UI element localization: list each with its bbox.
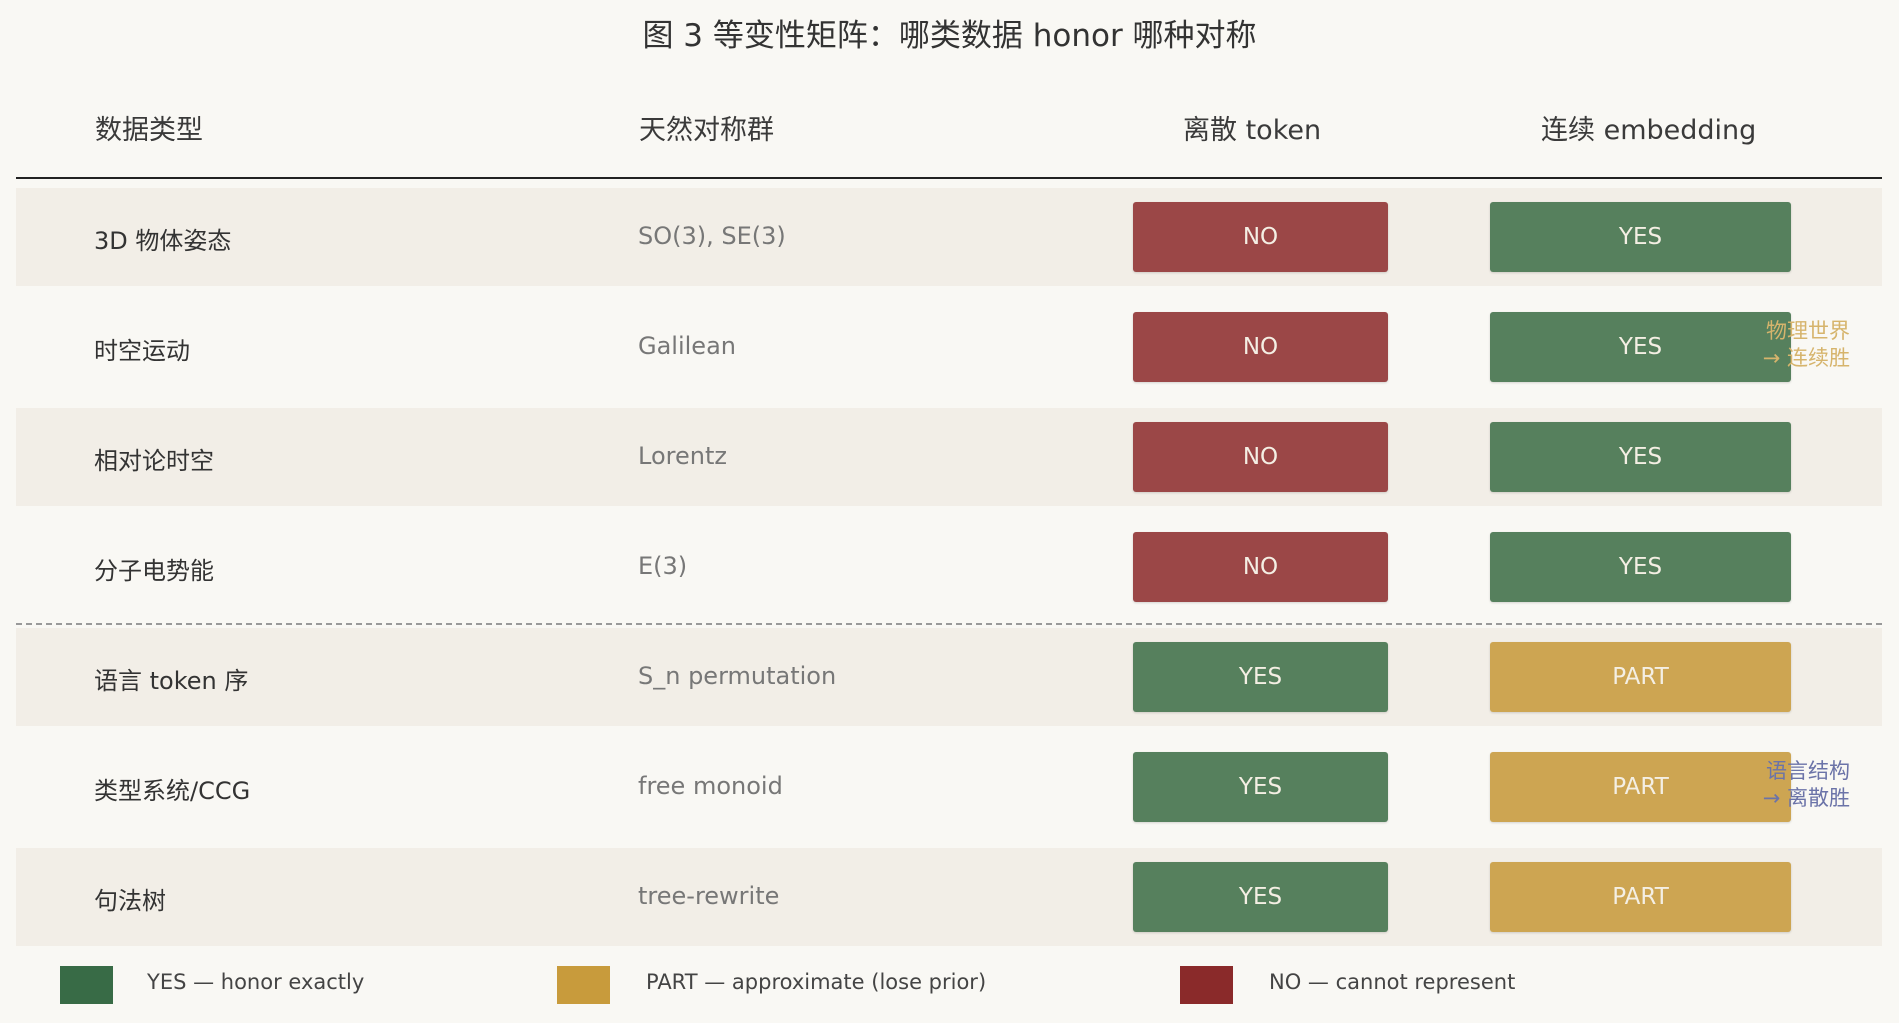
legend-swatch-part [557, 966, 610, 1004]
annotation-physics-line2: → 连续胜 [1762, 346, 1850, 370]
header-data-type: 数据类型 [95, 115, 203, 146]
matrix-row: 语言 token 序 S_n permutation YES PART [16, 628, 1882, 726]
cell-data-type: 3D 物体姿态 [94, 227, 232, 255]
cell-data-type: 类型系统/CCG [94, 777, 251, 805]
annotation-physics-line1: 物理世界 [1766, 319, 1850, 343]
badge-token-no: NO [1133, 312, 1388, 382]
badge-embedding-yes: YES [1490, 202, 1791, 272]
cell-symmetry-group: E(3) [638, 552, 688, 580]
header-symmetry-group: 天然对称群 [639, 115, 774, 146]
section-divider [16, 623, 1882, 625]
badge-embedding-yes: YES [1490, 422, 1791, 492]
legend-label-part: PART — approximate (lose prior) [646, 970, 987, 994]
matrix-row: 分子电势能 E(3) NO YES [16, 518, 1882, 616]
badge-token-no: NO [1133, 532, 1388, 602]
cell-symmetry-group: SO(3), SE(3) [638, 222, 786, 250]
cell-symmetry-group: Galilean [638, 332, 736, 360]
badge-token-no: NO [1133, 422, 1388, 492]
badge-embedding-part: PART [1490, 862, 1791, 932]
annotation-language: 语言结构 → 离散胜 [1740, 758, 1850, 812]
legend-swatch-yes [60, 966, 113, 1004]
annotation-physics: 物理世界 → 连续胜 [1740, 318, 1850, 372]
cell-data-type: 分子电势能 [94, 557, 214, 585]
header-rule [16, 177, 1882, 179]
legend-swatch-no [1180, 966, 1233, 1004]
cell-symmetry-group: tree-rewrite [638, 882, 780, 910]
header-discrete-token: 离散 token [1183, 115, 1322, 146]
cell-data-type: 时空运动 [94, 337, 190, 365]
matrix-row: 3D 物体姿态 SO(3), SE(3) NO YES [16, 188, 1882, 286]
badge-token-yes: YES [1133, 642, 1388, 712]
header-continuous-embedding: 连续 embedding [1541, 115, 1757, 146]
annotation-language-line2: → 离散胜 [1762, 786, 1850, 810]
cell-symmetry-group: Lorentz [638, 442, 727, 470]
annotation-language-line1: 语言结构 [1766, 759, 1850, 783]
cell-data-type: 句法树 [94, 887, 166, 915]
matrix-row: 类型系统/CCG free monoid YES PART [16, 738, 1882, 836]
matrix-row: 时空运动 Galilean NO YES [16, 298, 1882, 396]
badge-token-yes: YES [1133, 862, 1388, 932]
figure-title: 图 3 等变性矩阵：哪类数据 honor 哪种对称 [642, 18, 1257, 54]
badge-token-yes: YES [1133, 752, 1388, 822]
legend-label-yes: YES — honor exactly [147, 970, 365, 994]
legend-label-no: NO — cannot represent [1269, 970, 1516, 994]
matrix-row: 相对论时空 Lorentz NO YES [16, 408, 1882, 506]
cell-data-type: 语言 token 序 [94, 667, 249, 695]
cell-data-type: 相对论时空 [94, 447, 214, 475]
cell-symmetry-group: S_n permutation [638, 662, 837, 690]
badge-embedding-part: PART [1490, 642, 1791, 712]
matrix-row: 句法树 tree-rewrite YES PART [16, 848, 1882, 946]
cell-symmetry-group: free monoid [638, 772, 783, 800]
badge-token-no: NO [1133, 202, 1388, 272]
badge-embedding-yes: YES [1490, 532, 1791, 602]
